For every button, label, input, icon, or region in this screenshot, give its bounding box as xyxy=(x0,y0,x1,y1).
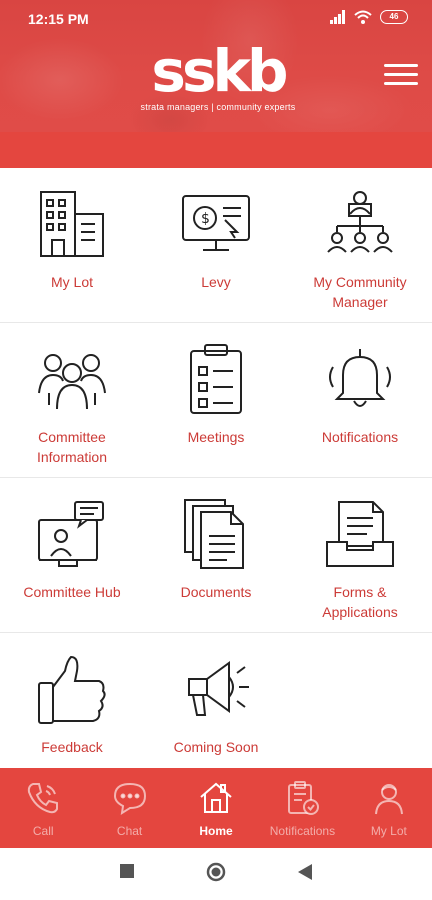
levy-payment-icon: $ xyxy=(181,188,251,260)
grid-row: Committee Information Meetings Notificat… xyxy=(0,323,432,478)
inbox-tray-icon xyxy=(325,498,395,570)
tile-feedback[interactable]: Feedback xyxy=(0,633,144,768)
menu-icon-bar xyxy=(384,64,418,67)
menu-icon-bar xyxy=(384,82,418,85)
hamburger-menu-button[interactable] xyxy=(384,64,418,90)
documents-icon xyxy=(181,498,251,570)
megaphone-icon xyxy=(181,653,251,725)
grid-row: My Lot $ Levy My Community Manager xyxy=(0,168,432,323)
thumbs-up-icon xyxy=(37,653,107,725)
tile-label: Committee Hub xyxy=(23,584,121,600)
status-bar: 12:15 PM 46 xyxy=(0,0,432,36)
nav-chat[interactable]: Chat xyxy=(86,768,172,848)
nav-label: Home xyxy=(199,824,233,838)
home-menu-grid: My Lot $ Levy My Community Manager Commi… xyxy=(0,168,432,768)
logo-tagline: strata managers | community experts xyxy=(140,102,296,112)
tile-committee-hub[interactable]: Committee Hub xyxy=(0,478,144,632)
tile-label: My Lot xyxy=(50,274,93,290)
menu-icon-bar xyxy=(384,73,418,76)
tile-forms-applications[interactable]: Forms & Applications xyxy=(288,478,432,632)
tile-label: Documents xyxy=(180,584,252,600)
tile-label: Feedback xyxy=(41,739,103,755)
back-button[interactable] xyxy=(298,864,312,880)
nav-label: My Lot xyxy=(370,824,407,838)
tile-label: My Community Manager xyxy=(313,274,407,310)
phone-icon xyxy=(28,783,59,814)
wifi-icon xyxy=(354,10,372,24)
nav-label: Chat xyxy=(116,824,143,838)
tile-label: Coming Soon xyxy=(173,739,259,755)
grid-row: Committee Hub Documents Forms & Applicat… xyxy=(0,478,432,633)
bell-icon xyxy=(325,343,395,415)
nav-my-lot[interactable]: My Lot xyxy=(346,768,432,848)
home-button[interactable] xyxy=(206,862,226,882)
header-band xyxy=(0,132,432,168)
chat-icon xyxy=(113,782,146,815)
nav-label: Notifications xyxy=(269,824,336,838)
tile-documents[interactable]: Documents xyxy=(144,478,288,632)
tile-empty xyxy=(288,633,432,768)
tile-label: Forms & Applications xyxy=(322,584,398,620)
status-time: 12:15 PM xyxy=(28,11,89,27)
tile-label: Meetings xyxy=(187,429,245,445)
status-icons: 46 xyxy=(330,10,408,24)
tile-label: Levy xyxy=(201,274,231,290)
tile-my-community-manager[interactable]: My Community Manager xyxy=(288,168,432,322)
tile-coming-soon[interactable]: Coming Soon xyxy=(144,633,288,768)
logo-wordmark: sskb xyxy=(151,37,288,105)
tile-committee-information[interactable]: Committee Information xyxy=(0,323,144,477)
bottom-navigation: Call Chat Home Notifications My Lot xyxy=(0,768,432,848)
sskb-logo: sskb strata managers | community experts xyxy=(138,42,298,118)
nav-home[interactable]: Home xyxy=(173,768,259,848)
home-icon xyxy=(200,782,232,813)
signal-icon xyxy=(330,10,345,24)
svg-text:$: $ xyxy=(201,211,210,227)
recents-button[interactable] xyxy=(120,864,134,878)
org-chart-icon xyxy=(325,188,395,260)
nav-notifications[interactable]: Notifications xyxy=(259,768,345,848)
people-group-icon xyxy=(37,343,107,415)
battery-icon: 46 xyxy=(380,10,408,24)
building-icon xyxy=(37,188,107,260)
clipboard-checklist-icon xyxy=(181,343,251,415)
tile-levy[interactable]: $ Levy xyxy=(144,168,288,322)
app-header: 12:15 PM 46 sskb strata managers | commu… xyxy=(0,0,432,168)
user-icon xyxy=(374,784,403,815)
video-chat-icon xyxy=(37,498,107,570)
tile-meetings[interactable]: Meetings xyxy=(144,323,288,477)
grid-row: Feedback Coming Soon xyxy=(0,633,432,768)
tile-notifications[interactable]: Notifications xyxy=(288,323,432,477)
nav-label: Call xyxy=(32,824,54,838)
notification-doc-icon xyxy=(288,781,320,815)
tile-label: Notifications xyxy=(321,429,399,445)
system-navigation-bar xyxy=(0,848,432,900)
tile-my-lot[interactable]: My Lot xyxy=(0,168,144,322)
tile-label: Committee Information xyxy=(36,429,108,465)
nav-call[interactable]: Call xyxy=(0,768,86,848)
